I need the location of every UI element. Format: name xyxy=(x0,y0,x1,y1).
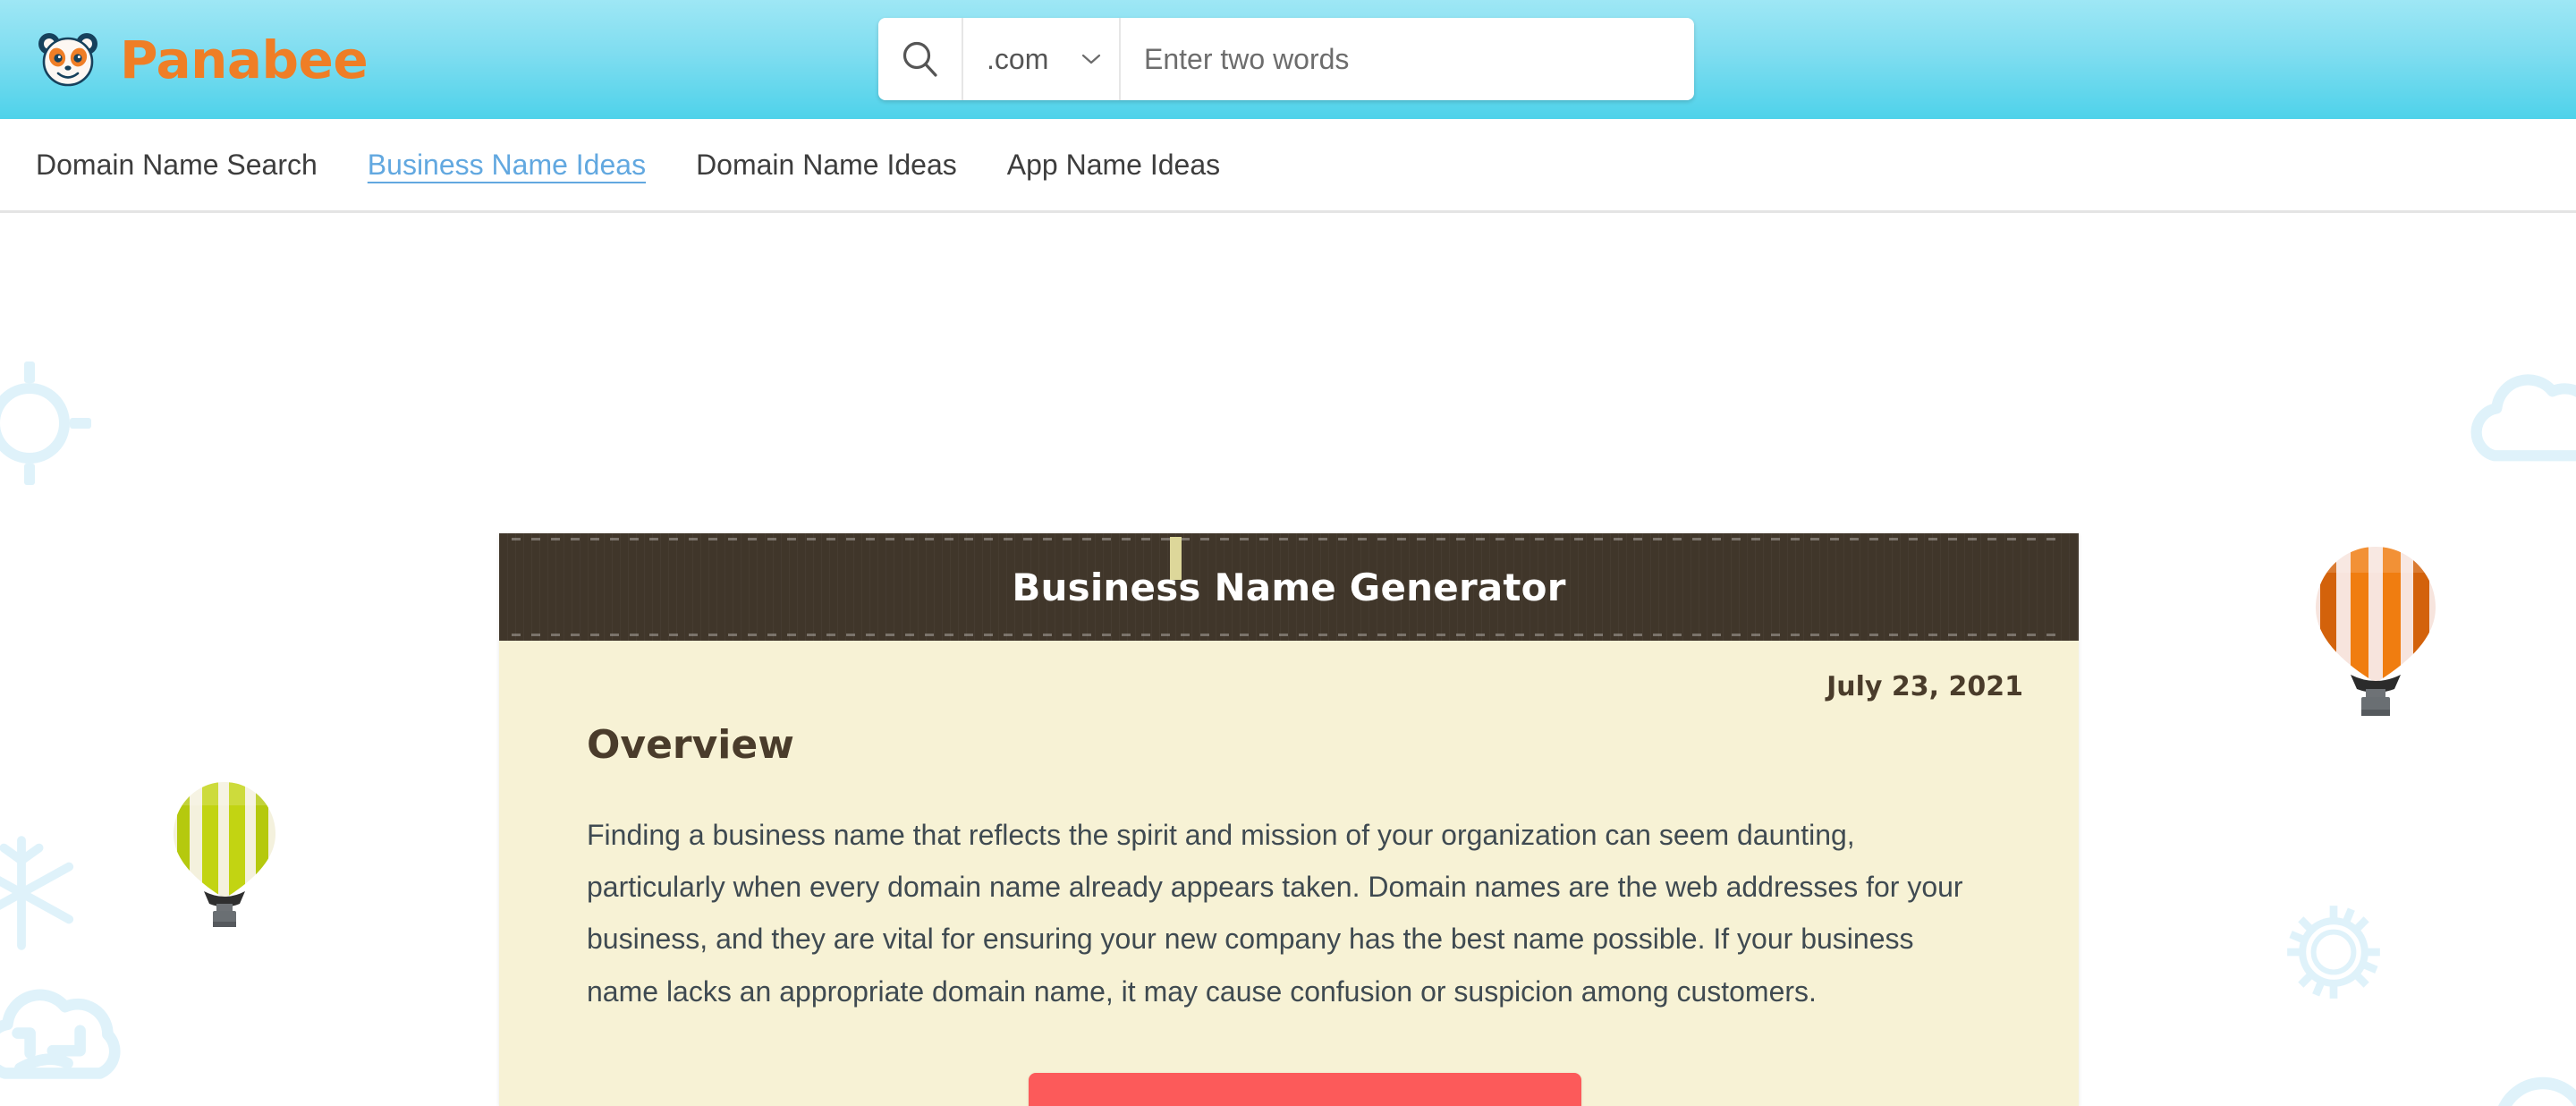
hot-air-balloon-green-icon xyxy=(168,778,281,933)
nav-item-app-name-ideas[interactable]: App Name Ideas xyxy=(1007,149,1220,182)
gear-icon xyxy=(0,356,97,495)
search-input-wrapper[interactable] xyxy=(1121,18,1694,100)
nav-item-domain-name-search[interactable]: Domain Name Search xyxy=(36,149,318,182)
chevron-down-icon xyxy=(1081,53,1101,65)
search-input[interactable] xyxy=(1144,42,1694,76)
brand-logo-link[interactable]: Panabee xyxy=(36,29,369,90)
hot-air-balloon-orange-icon xyxy=(2309,542,2442,722)
section-heading-overview: Overview xyxy=(587,722,794,768)
article-title: Business Name Generator xyxy=(1012,565,1566,609)
cta-row: Generate Business Names xyxy=(587,1072,2023,1106)
bookmark-pin-icon xyxy=(1170,537,1182,580)
nav-item-business-name-ideas[interactable]: Business Name Ideas xyxy=(368,149,646,182)
brand-name: Panabee xyxy=(120,29,369,90)
page-content: Business Name Generator July 23, 2021 Ov… xyxy=(0,213,2576,1106)
article-card: Business Name Generator July 23, 2021 Ov… xyxy=(499,533,2079,1106)
search-bar[interactable]: .com xyxy=(878,18,1694,100)
article-date: July 23, 2021 xyxy=(1826,671,2023,702)
lightbulb-icon xyxy=(2476,1072,2576,1106)
cloud-icon xyxy=(0,978,150,1106)
main-navigation: Domain Name Search Business Name Ideas D… xyxy=(0,119,2576,213)
cloud-icon xyxy=(2465,363,2576,489)
snowflake-icon xyxy=(0,830,84,960)
panda-logo-icon xyxy=(36,30,100,90)
search-icon[interactable] xyxy=(878,18,963,100)
generate-business-names-button[interactable]: Generate Business Names xyxy=(1029,1072,1581,1106)
nav-item-domain-name-ideas[interactable]: Domain Name Ideas xyxy=(696,149,957,182)
tld-select[interactable]: .com xyxy=(963,18,1121,100)
gear-icon xyxy=(2285,904,2382,1005)
site-header: Panabee .com xyxy=(0,0,2576,119)
article-card-header: Business Name Generator xyxy=(499,533,2079,641)
article-paragraph: Finding a business name that reflects th… xyxy=(587,819,1963,1008)
article-card-body: July 23, 2021 Overview Finding a busines… xyxy=(499,641,2079,1106)
tld-selected-value: .com xyxy=(987,42,1049,75)
